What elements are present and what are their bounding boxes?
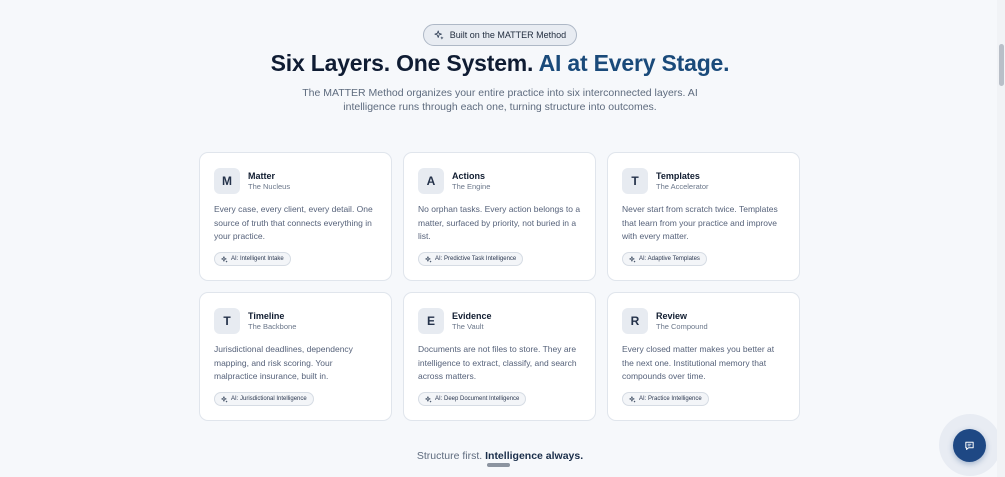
ai-feature-label: AI: Deep Document Intelligence — [435, 396, 520, 402]
footer-tagline: Structure first. Intelligence always. — [0, 450, 1000, 462]
layer-description: Documents are not files to store. They a… — [418, 344, 577, 381]
layer-subtitle: The Accelerator — [656, 181, 709, 191]
sparkle-icon — [425, 395, 432, 403]
layer-subtitle: The Compound — [656, 321, 708, 331]
sparkle-icon — [629, 395, 636, 403]
page-title: Six Layers. One System. AI at Every Stag… — [0, 50, 1000, 77]
layer-card-matter: M Matter The Nucleus Every case, every c… — [199, 152, 392, 281]
card-titles: Timeline The Backbone — [248, 311, 296, 331]
ai-feature-label: AI: Practice Intelligence — [639, 396, 702, 402]
sparkle-icon — [221, 395, 228, 403]
badge-label: Built on the MATTER Method — [449, 30, 567, 40]
card-header: R Review The Compound — [622, 307, 785, 334]
card-header: T Templates The Accelerator — [622, 167, 785, 194]
layer-title: Actions — [452, 170, 486, 181]
layer-card-review: R Review The Compound Every closed matte… — [607, 292, 800, 421]
card-titles: Matter The Nucleus — [248, 171, 290, 191]
scroll-indicator-handle[interactable] — [487, 463, 510, 467]
sparkle-icon — [425, 255, 432, 263]
scrollbar-thumb[interactable] — [999, 44, 1004, 86]
layer-letter: A — [418, 167, 444, 194]
method-badge: Built on the MATTER Method — [422, 24, 578, 46]
card-header: M Matter The Nucleus — [214, 167, 377, 194]
layer-subtitle: The Vault — [452, 321, 484, 331]
ai-feature-tag: AI: Intelligent Intake — [214, 252, 291, 266]
ai-feature-tag: AI: Deep Document Intelligence — [418, 392, 527, 406]
headline-main: Six Layers. One System. — [270, 50, 534, 76]
layer-description: Never start from scratch twice. Template… — [622, 204, 778, 241]
layer-description: No orphan tasks. Every action belongs to… — [418, 204, 581, 241]
ai-feature-label: AI: Predictive Task Intelligence — [435, 256, 517, 262]
card-titles: Review The Compound — [656, 311, 708, 331]
layer-title: Evidence — [452, 310, 492, 321]
card-header: E Evidence The Vault — [418, 307, 581, 334]
layer-letter: R — [622, 307, 648, 334]
page-subtitle: The MATTER Method organizes your entire … — [302, 87, 698, 113]
ai-feature-label: AI: Adaptive Templates — [639, 256, 700, 262]
layer-card-timeline: T Timeline The Backbone Jurisdictional d… — [199, 292, 392, 421]
layer-letter: E — [418, 307, 444, 334]
layer-description: Every case, every client, every detail. … — [214, 204, 373, 241]
sparkle-icon — [629, 255, 636, 263]
ai-feature-tag: AI: Jurisdictional Intelligence — [214, 392, 314, 406]
layer-description: Every closed matter makes you better at … — [622, 344, 775, 381]
ai-feature-label: AI: Intelligent Intake — [231, 256, 284, 262]
layer-title: Timeline — [248, 310, 285, 321]
layer-subtitle: The Backbone — [248, 321, 297, 331]
card-header: A Actions The Engine — [418, 167, 581, 194]
ai-feature-label: AI: Jurisdictional Intelligence — [231, 396, 307, 402]
badge-wrap: Built on the MATTER Method — [0, 24, 1000, 46]
layer-letter: T — [214, 307, 240, 334]
tagline-plain: Structure first. — [416, 450, 483, 462]
layer-subtitle: The Engine — [452, 181, 491, 191]
layer-subtitle: The Nucleus — [248, 181, 291, 191]
layer-card-templates: T Templates The Accelerator Never start … — [607, 152, 800, 281]
layer-letter: M — [214, 167, 240, 194]
chat-button[interactable] — [953, 429, 986, 462]
card-titles: Evidence The Vault — [452, 311, 492, 331]
card-header: T Timeline The Backbone — [214, 307, 377, 334]
card-titles: Actions The Engine — [452, 171, 490, 191]
headline-accent: AI at Every Stage. — [538, 50, 730, 76]
card-titles: Templates The Accelerator — [656, 171, 709, 191]
layer-title: Review — [656, 310, 688, 321]
scrollbar[interactable] — [997, 0, 1005, 477]
ai-feature-tag: AI: Adaptive Templates — [622, 252, 707, 266]
layer-title: Templates — [656, 170, 700, 181]
page: Built on the MATTER Method Six Layers. O… — [0, 0, 1005, 477]
layer-description: Jurisdictional deadlines, dependency map… — [214, 344, 353, 381]
layers-grid: M Matter The Nucleus Every case, every c… — [199, 152, 801, 421]
sparkle-icon — [221, 255, 228, 263]
layer-title: Matter — [248, 170, 276, 181]
ai-feature-tag: AI: Practice Intelligence — [622, 392, 709, 406]
layer-card-evidence: E Evidence The Vault Documents are not f… — [403, 292, 596, 421]
ai-feature-tag: AI: Predictive Task Intelligence — [418, 252, 524, 266]
tagline-strong: Intelligence always. — [485, 450, 584, 462]
layer-card-actions: A Actions The Engine No orphan tasks. Ev… — [403, 152, 596, 281]
chat-bubble-icon — [965, 441, 974, 450]
sparkle-icon — [434, 30, 444, 40]
layer-letter: T — [622, 167, 648, 194]
